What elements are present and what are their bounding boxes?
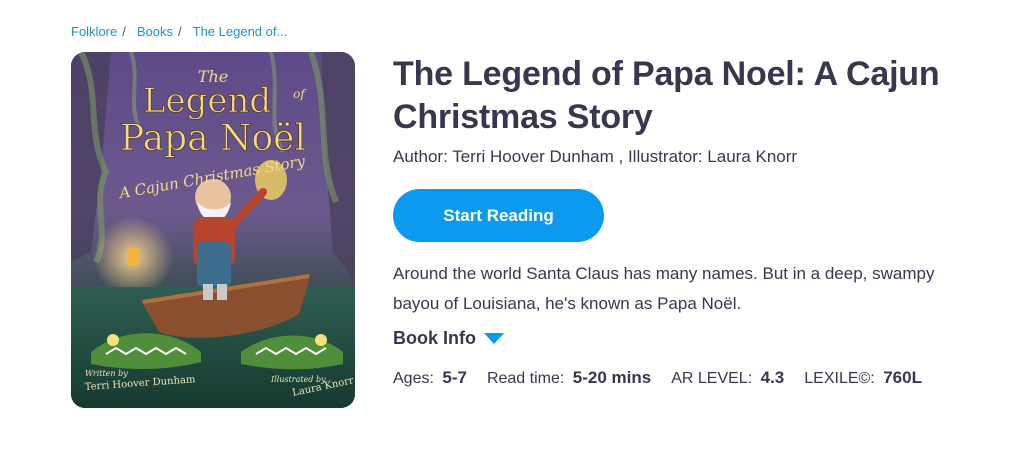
breadcrumb-separator: / — [178, 24, 182, 39]
breadcrumb-books[interactable]: Books — [137, 24, 173, 39]
ar-level-label: AR LEVEL: — [671, 370, 753, 387]
ar-level-value: 4.3 — [760, 368, 785, 387]
ages-value: 5-7 — [442, 368, 467, 387]
ages-label: Ages: — [393, 370, 434, 387]
book-description: Around the world Santa Claus has many na… — [393, 264, 935, 313]
book-meta: Ages: 5-7 Read time: 5-20 mins AR LEVEL:… — [393, 368, 942, 388]
book-info-label: Book Info — [393, 328, 476, 348]
caret-down-icon — [484, 333, 504, 344]
book-cover-image[interactable]: The Legend of Papa Noël A Cajun Christma… — [71, 52, 355, 408]
breadcrumb-separator: / — [122, 24, 126, 39]
cover-title-papa-noel: Papa Noël — [120, 118, 306, 159]
ar-level-meta: AR LEVEL: 4.3 — [671, 368, 784, 388]
cover-written-by: Written by — [85, 369, 128, 378]
book-info-toggle[interactable]: Book Info — [393, 328, 504, 349]
ages-meta: Ages: 5-7 — [393, 368, 467, 388]
breadcrumb-current[interactable]: The Legend of... — [193, 24, 288, 39]
page-title: The Legend of Papa Noel: A Cajun Christm… — [393, 55, 940, 136]
lexile-meta: LEXILE©: 760L — [804, 368, 922, 388]
start-reading-button[interactable]: Start Reading — [393, 189, 604, 242]
cover-title-legend: Legend — [143, 81, 271, 121]
lexile-label: LEXILE©: — [804, 370, 875, 387]
book-credits: Author: Terri Hoover Dunham , Illustrato… — [393, 147, 798, 166]
breadcrumb-folklore[interactable]: Folklore — [71, 24, 117, 39]
breadcrumb: Folklore / Books / The Legend of... — [71, 24, 287, 39]
read-time-label: Read time: — [486, 370, 565, 387]
read-time-value: 5-20 mins — [572, 368, 652, 387]
read-time-meta: Read time: 5-20 mins — [487, 368, 651, 388]
lexile-value: 760L — [883, 368, 922, 387]
